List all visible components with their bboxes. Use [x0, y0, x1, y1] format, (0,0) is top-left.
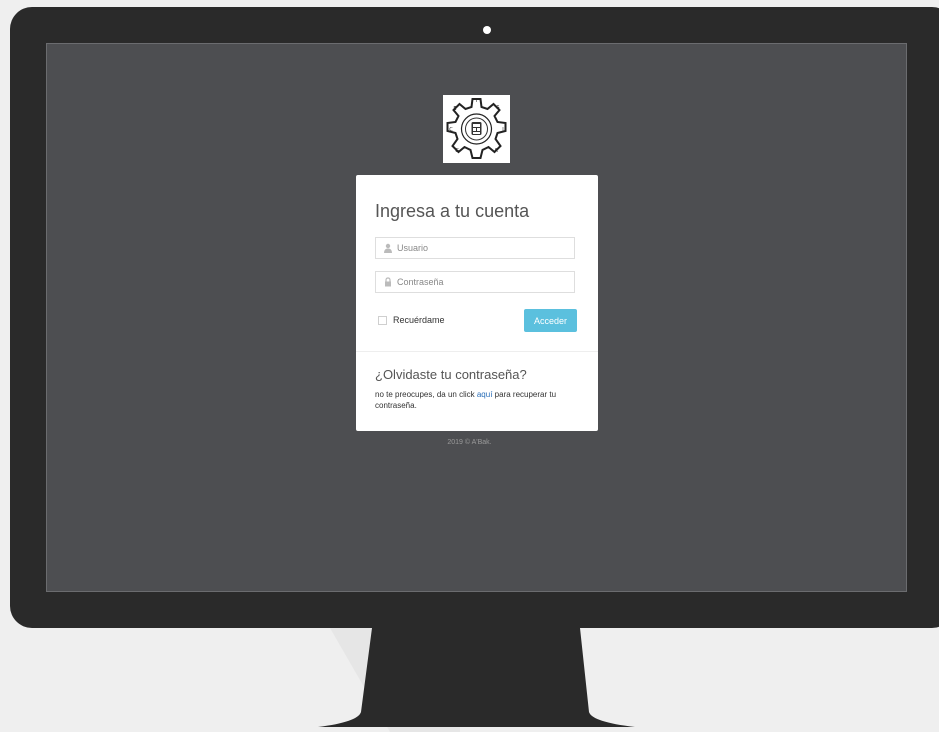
svg-text:A: A [494, 148, 498, 154]
login-card: Ingresa a tu cuenta Recuérdame Acceder ¿… [356, 175, 598, 431]
remember-checkbox[interactable] [378, 316, 387, 325]
forgot-password-title: ¿Olvidaste tu contraseña? [375, 367, 527, 382]
remember-label[interactable]: Recuérdame [393, 315, 445, 325]
card-divider [356, 351, 598, 352]
lock-icon [385, 277, 391, 287]
password-field[interactable] [375, 271, 575, 293]
svg-text:C: C [449, 127, 453, 133]
forgot-text-before: no te preocupes, da un click [375, 390, 475, 399]
svg-text:E: E [453, 106, 456, 112]
logo: T S I A G C E [443, 95, 510, 163]
svg-text:S: S [496, 105, 499, 111]
svg-text:I: I [502, 127, 503, 133]
username-field[interactable] [375, 237, 575, 259]
password-input[interactable] [397, 272, 567, 292]
username-input[interactable] [397, 238, 567, 258]
gear-logo-icon: T S I A G C E [446, 98, 507, 159]
login-button[interactable]: Acceder [524, 309, 577, 332]
footer-copyright: 2019 © A'Bak. [447, 439, 492, 446]
login-title: Ingresa a tu cuenta [375, 201, 530, 221]
user-icon [384, 243, 392, 253]
camera-dot [483, 26, 491, 34]
svg-text:G: G [455, 148, 459, 154]
recover-password-link[interactable]: aquí [477, 390, 493, 399]
forgot-password-text: no te preocupes, da un click aquí para r… [375, 389, 587, 411]
